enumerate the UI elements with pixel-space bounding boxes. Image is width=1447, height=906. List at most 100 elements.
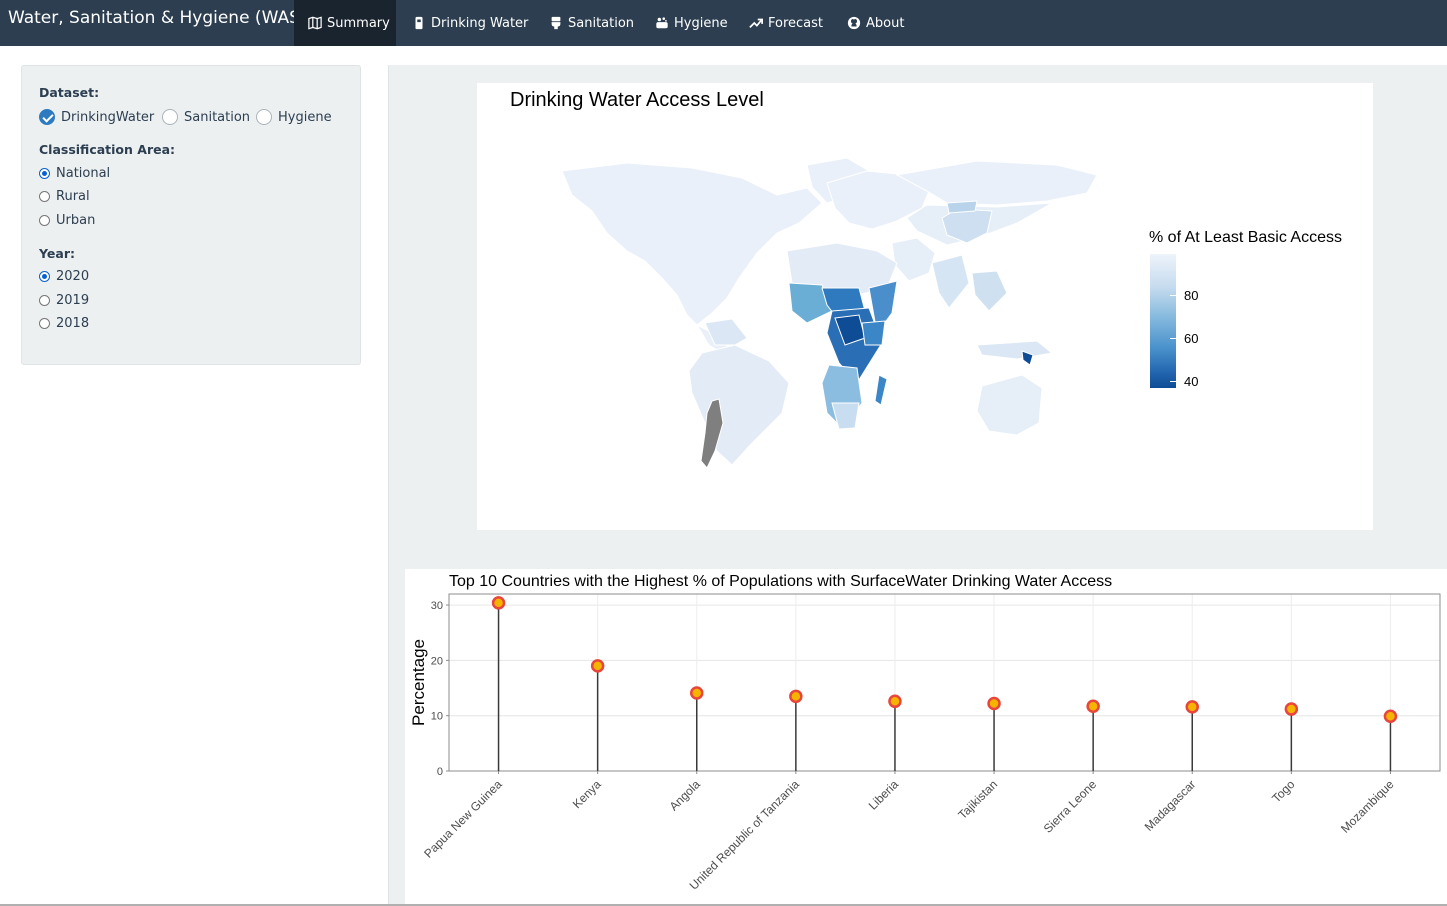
- x-tick-label: Tajikistan: [955, 777, 1000, 822]
- radio-button[interactable]: [39, 191, 50, 202]
- tab-about[interactable]: About: [833, 0, 918, 46]
- tab-about-label: About: [866, 15, 905, 31]
- southeast-asia-region: [971, 270, 1008, 312]
- lollipop-point: [491, 596, 506, 610]
- lollipop-point: [1086, 699, 1100, 714]
- legend-tick-60: 60: [1184, 331, 1199, 346]
- lollipop-point: [987, 696, 1001, 711]
- x-tick-label: Papua New Guinea: [421, 777, 505, 861]
- radio-button[interactable]: [39, 295, 50, 306]
- legend-tickmark: [1170, 338, 1176, 339]
- radio-circle-icon[interactable]: [256, 109, 272, 125]
- india-region: [931, 254, 970, 309]
- mongolia-region: [946, 200, 978, 214]
- x-tick-label: Madagascar: [1142, 777, 1199, 834]
- area-option-label: Rural: [56, 189, 90, 204]
- area-label: Classification Area:: [39, 142, 176, 157]
- dataset-option-sanitation[interactable]: Sanitation: [162, 109, 250, 125]
- y-axis-label: Percentage: [409, 639, 428, 726]
- area-option-national[interactable]: National: [39, 166, 110, 181]
- lollipop-point: [590, 659, 605, 673]
- lollipop-point: [1383, 709, 1398, 723]
- south-africa-region: [831, 402, 860, 430]
- app-title[interactable]: Water, Sanitation & Hygiene (WASH): [8, 8, 319, 28]
- lollipop-chart[interactable]: Top 10 Countries with the Highest % of P…: [405, 569, 1447, 906]
- year-label: Year:: [39, 246, 75, 261]
- dataset-option-hygiene[interactable]: Hygiene: [256, 109, 332, 125]
- north-america-region: [561, 162, 823, 326]
- area-option-rural[interactable]: Rural: [39, 189, 90, 204]
- chart-card: Top 10 Countries with the Highest % of P…: [405, 569, 1447, 906]
- legend-colorbar: [1150, 254, 1176, 388]
- x-tick-label: United Republic of Tanzania: [687, 777, 803, 893]
- y-tick-label: 0: [437, 766, 443, 778]
- radio-button[interactable]: [39, 168, 50, 179]
- check-icon[interactable]: [39, 109, 55, 125]
- y-tick-label: 30: [431, 600, 443, 612]
- australia-region: [976, 374, 1043, 436]
- radio-button[interactable]: [39, 215, 50, 226]
- x-tick-label: Sierra Leone: [1041, 777, 1100, 836]
- tab-hygiene[interactable]: Hygiene: [641, 0, 742, 46]
- area-option-label: Urban: [56, 213, 96, 228]
- x-tick-label: Togo: [1269, 777, 1298, 806]
- radio-circle-icon[interactable]: [162, 109, 178, 125]
- lollipop-point: [1185, 700, 1199, 714]
- world-map[interactable]: [477, 83, 1373, 530]
- middle-east-region: [891, 237, 936, 282]
- trend-icon: [749, 18, 763, 28]
- y-tick-label: 10: [431, 711, 443, 723]
- legend-tick-80: 80: [1184, 288, 1199, 303]
- radio-button[interactable]: [39, 318, 50, 329]
- x-tick-label: Kenya: [570, 777, 604, 811]
- tab-drinking-water[interactable]: Drinking Water: [398, 0, 542, 46]
- legend-tickmark: [1170, 381, 1176, 382]
- sidebar-panel: Dataset: DrinkingWater Sanitation Hygien…: [21, 65, 361, 365]
- area-option-label: National: [56, 166, 111, 181]
- lollipop-point: [1284, 702, 1299, 716]
- tab-summary-label: Summary: [327, 15, 390, 31]
- map-icon: [308, 16, 322, 30]
- y-tick-label: 20: [431, 655, 443, 667]
- dataset-option-label: Sanitation: [184, 109, 251, 125]
- radio-button[interactable]: [39, 271, 50, 282]
- tab-sanitation[interactable]: Sanitation: [535, 0, 648, 46]
- tab-forecast-label: Forecast: [768, 15, 824, 31]
- tab-drinking-water-label: Drinking Water: [431, 15, 529, 31]
- tanzania-region: [861, 320, 886, 346]
- dataset-option-drinkingwater[interactable]: DrinkingWater: [39, 109, 154, 125]
- legend-tick-40: 40: [1184, 374, 1199, 389]
- year-option-2018[interactable]: 2018: [39, 316, 89, 331]
- github-icon: [847, 16, 861, 30]
- year-option-2019[interactable]: 2019: [39, 293, 89, 308]
- lollipop-point: [690, 686, 704, 700]
- lollipop-point: [888, 694, 902, 709]
- x-tick-label: Angola: [667, 777, 704, 814]
- indonesia-region: [976, 340, 1054, 360]
- year-option-2020[interactable]: 2020: [39, 269, 89, 284]
- year-option-label: 2020: [56, 269, 90, 284]
- tab-summary[interactable]: Summary: [294, 0, 396, 46]
- dataset-option-label: DrinkingWater: [61, 109, 155, 125]
- x-tick-label: Liberia: [866, 777, 902, 813]
- legend-title: % of At Least Basic Access: [1149, 229, 1342, 246]
- year-option-label: 2019: [56, 293, 90, 308]
- tab-sanitation-label: Sanitation: [568, 15, 635, 31]
- russia-region: [895, 160, 1098, 206]
- toilet-icon: [551, 16, 561, 30]
- lollipop-point: [789, 689, 803, 704]
- area-option-urban[interactable]: Urban: [39, 213, 95, 228]
- navbar: Water, Sanitation & Hygiene (WASH) Summa…: [0, 0, 1447, 46]
- x-tick-label: Mozambique: [1338, 777, 1397, 836]
- legend-tickmark: [1170, 295, 1176, 296]
- tab-hygiene-label: Hygiene: [674, 15, 728, 31]
- year-option-label: 2018: [56, 316, 90, 331]
- map-card: Drinking Water Access Level % of At Leas…: [477, 83, 1373, 530]
- madagascar-region: [874, 374, 888, 406]
- dataset-label: Dataset:: [39, 85, 100, 100]
- soap-icon: [656, 17, 668, 29]
- tab-forecast[interactable]: Forecast: [735, 0, 837, 46]
- bottle-icon: [415, 16, 423, 30]
- chart-title: Top 10 Countries with the Highest % of P…: [449, 573, 1112, 590]
- dataset-option-label: Hygiene: [278, 109, 332, 125]
